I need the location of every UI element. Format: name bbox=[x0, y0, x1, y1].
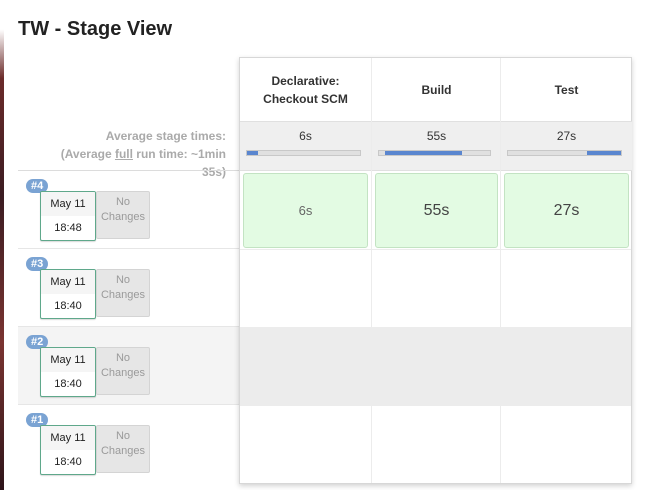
build-row-3: #3 May 11 18:40 No Changes bbox=[18, 248, 240, 327]
stage-view-page: TW - Stage View Average stage times: (Av… bbox=[0, 0, 666, 490]
page-title: TW - Stage View bbox=[18, 18, 173, 40]
stage-header: Build bbox=[421, 82, 452, 97]
stage-average-fill bbox=[247, 151, 259, 155]
stage-grid: Declarative: Checkout SCM 6s 6s Build 55… bbox=[239, 57, 632, 484]
background-strip bbox=[0, 0, 4, 490]
changes-box[interactable]: No Changes bbox=[96, 425, 150, 473]
build-date-box[interactable]: May 11 18:40 bbox=[40, 269, 96, 319]
changes-box[interactable]: No Changes bbox=[96, 191, 150, 239]
build-date-box[interactable]: May 11 18:40 bbox=[40, 347, 96, 397]
stage-average-time: 27s bbox=[556, 129, 577, 143]
stage-duration-cell[interactable]: 55s bbox=[375, 173, 498, 248]
stage-header: Test bbox=[554, 82, 579, 97]
changes-box[interactable]: No Changes bbox=[96, 347, 150, 395]
changes-box[interactable]: No Changes bbox=[96, 269, 150, 317]
build-date: May 11 bbox=[41, 426, 95, 450]
stage-average-cell: 55s bbox=[372, 121, 501, 171]
stage-header: Declarative: Checkout SCM bbox=[263, 73, 348, 106]
stage-average-bar bbox=[246, 150, 361, 156]
full-runtime-link[interactable]: full bbox=[115, 147, 133, 161]
stage-average-bar bbox=[378, 150, 491, 156]
average-full-runtime-line: (Average full run time: ~1min bbox=[60, 147, 226, 161]
stage-column-test: Test 27s 27s bbox=[500, 58, 632, 483]
build-time: 18:40 bbox=[54, 378, 82, 390]
build-date: May 11 bbox=[41, 270, 95, 294]
build-time: 18:40 bbox=[54, 300, 82, 312]
build-row-1: #1 May 11 18:40 No Changes bbox=[18, 404, 240, 483]
stage-average-fill bbox=[587, 151, 621, 155]
stage-average-time: 6s bbox=[299, 129, 312, 143]
stage-average-time: 55s bbox=[426, 129, 447, 143]
build-time: 18:48 bbox=[54, 222, 82, 234]
stage-average-fill bbox=[384, 151, 463, 155]
stage-duration-cell[interactable]: 27s bbox=[504, 173, 629, 248]
build-row-4: #4 May 11 18:48 No Changes bbox=[18, 170, 240, 249]
stage-column-build: Build 55s 55s bbox=[371, 58, 501, 483]
stage-average-bar bbox=[507, 150, 622, 156]
stage-duration-cell[interactable]: 6s bbox=[243, 173, 368, 248]
stage-column-checkout: Declarative: Checkout SCM 6s 6s bbox=[240, 58, 371, 483]
build-date: May 11 bbox=[41, 348, 95, 372]
build-date-box[interactable]: May 11 18:40 bbox=[40, 425, 96, 475]
stage-average-cell: 27s bbox=[501, 121, 632, 171]
build-time: 18:40 bbox=[54, 456, 82, 468]
build-date: May 11 bbox=[41, 192, 95, 216]
stage-average-cell: 6s bbox=[240, 121, 371, 171]
build-row-2: #2 May 11 18:40 No Changes bbox=[18, 326, 240, 405]
average-times-line1: Average stage times: bbox=[105, 129, 226, 143]
build-date-box[interactable]: May 11 18:48 bbox=[40, 191, 96, 241]
